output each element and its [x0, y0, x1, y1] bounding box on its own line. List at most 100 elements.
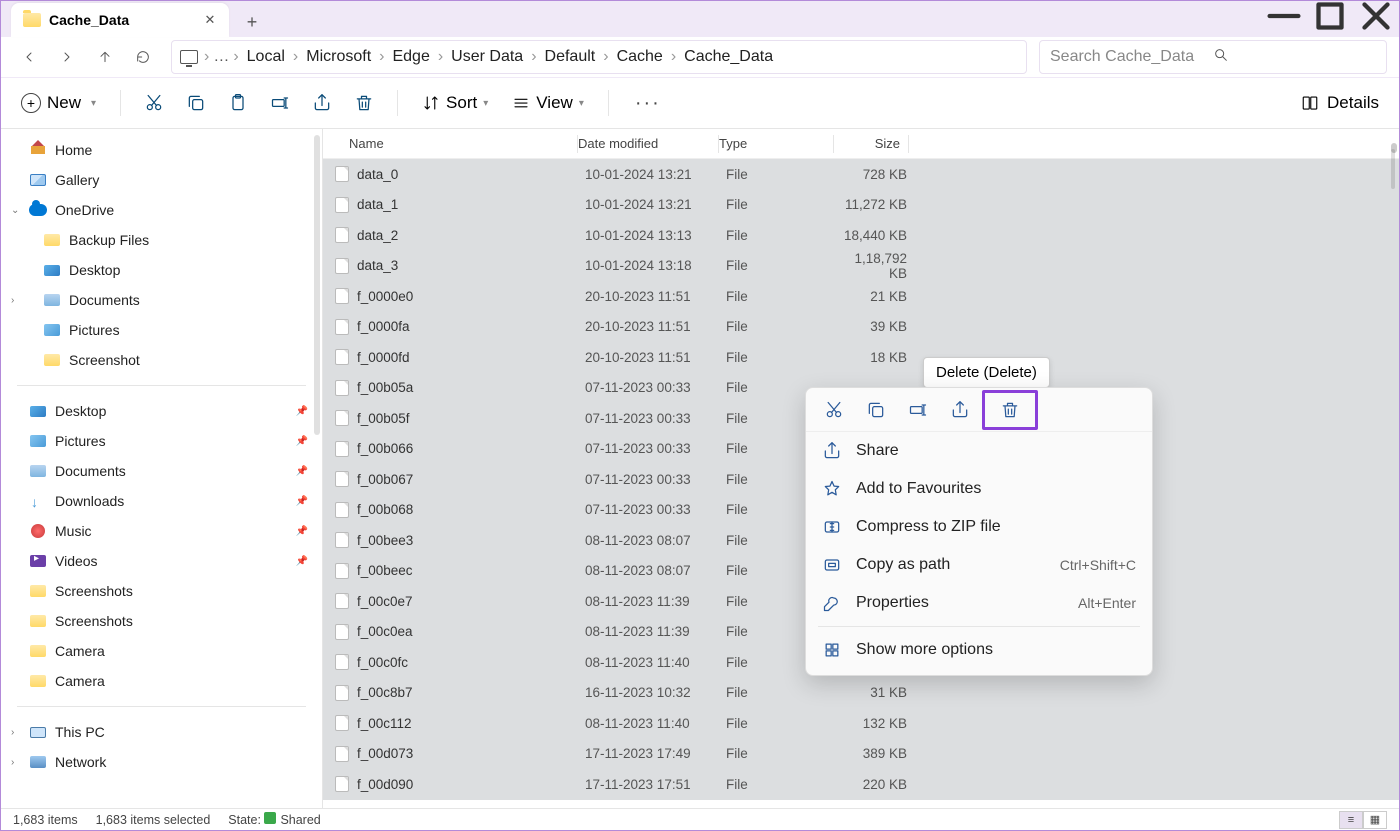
sidebar-item[interactable]: Desktop📌: [1, 396, 322, 426]
thumbnails-view-button[interactable]: ▦: [1363, 811, 1387, 829]
file-row[interactable]: data_0 10-01-2024 13:21 File 728 KB: [323, 159, 1399, 190]
chevron-right-icon[interactable]: ›: [601, 48, 610, 65]
ctx-cut-button[interactable]: [816, 392, 852, 428]
ctisp-delete-button[interactable]: [982, 390, 1038, 430]
delete-button[interactable]: [347, 86, 381, 120]
file-row[interactable]: data_2 10-01-2024 13:13 File 18,440 KB: [323, 220, 1399, 251]
expand-icon[interactable]: ›: [11, 757, 14, 768]
sidebar-item[interactable]: Screenshot: [1, 345, 322, 375]
breadcrumb-item[interactable]: Microsoft: [300, 48, 377, 65]
sidebar-item[interactable]: Gallery: [1, 165, 322, 195]
refresh-button[interactable]: [127, 41, 159, 73]
sidebar-item[interactable]: Pictures: [1, 315, 322, 345]
sidebar-item[interactable]: Camera: [1, 636, 322, 666]
file-row[interactable]: f_00c112 08-11-2023 11:40 File 132 KB: [323, 708, 1399, 739]
gallery-icon: [29, 172, 47, 188]
ctx-share-button[interactable]: [942, 392, 978, 428]
cut-button[interactable]: [137, 86, 171, 120]
column-name[interactable]: Name: [335, 136, 577, 151]
chevron-right-icon[interactable]: ›: [529, 48, 538, 65]
file-row[interactable]: data_3 10-01-2024 13:18 File 1,18,792 KB: [323, 251, 1399, 282]
ctx-rename-button[interactable]: [900, 392, 936, 428]
context-menu: Share Add to Favourites Compress to ZIP …: [805, 387, 1153, 676]
file-icon: [335, 593, 349, 609]
file-name: f_00b05f: [357, 411, 585, 426]
column-size[interactable]: Size: [834, 136, 908, 151]
file-row[interactable]: f_00d090 17-11-2023 17:51 File 220 KB: [323, 769, 1399, 800]
context-item[interactable]: Compress to ZIP file: [806, 508, 1152, 546]
view-button[interactable]: View ▾: [504, 89, 592, 117]
breadcrumb-item[interactable]: Cache_Data: [678, 48, 779, 65]
paste-button[interactable]: [221, 86, 255, 120]
context-item[interactable]: Share: [806, 432, 1152, 470]
sidebar-item[interactable]: ›This PC: [1, 717, 322, 747]
file-row[interactable]: f_0000fa 20-10-2023 11:51 File 39 KB: [323, 312, 1399, 343]
sort-button[interactable]: Sort ▾: [414, 89, 496, 117]
sidebar-item[interactable]: › Documents: [1, 285, 322, 315]
sidebar-item[interactable]: Videos📌: [1, 546, 322, 576]
back-button[interactable]: [13, 41, 45, 73]
sidebar-item[interactable]: Screenshots: [1, 606, 322, 636]
rename-button[interactable]: [263, 86, 297, 120]
file-row[interactable]: data_1 10-01-2024 13:21 File 11,272 KB: [323, 190, 1399, 221]
file-type: File: [726, 777, 841, 792]
sidebar-item[interactable]: Documents📌: [1, 456, 322, 486]
more-button[interactable]: ···: [625, 92, 671, 115]
context-item[interactable]: Properties Alt+Enter: [806, 584, 1152, 622]
sidebar-item[interactable]: Pictures📌: [1, 426, 322, 456]
tab-close-button[interactable]: ✕: [203, 13, 217, 27]
close-button[interactable]: [1353, 1, 1399, 31]
column-type[interactable]: Type: [719, 136, 833, 151]
chevron-right-icon[interactable]: ›: [436, 48, 445, 65]
context-item[interactable]: Add to Favourites: [806, 470, 1152, 508]
tab[interactable]: Cache_Data ✕: [11, 3, 229, 37]
search-input[interactable]: Search Cache_Data: [1039, 40, 1387, 74]
file-row[interactable]: f_0000e0 20-10-2023 11:51 File 21 KB: [323, 281, 1399, 312]
sidebar-item[interactable]: Music📌: [1, 516, 322, 546]
scrollbar-thumb[interactable]: [1391, 149, 1395, 189]
context-item[interactable]: Copy as path Ctrl+Shift+C: [806, 546, 1152, 584]
breadcrumb-item[interactable]: Edge: [386, 48, 435, 65]
maximize-button[interactable]: [1307, 1, 1353, 31]
context-item[interactable]: Show more options: [806, 631, 1152, 669]
sidebar-item[interactable]: Desktop: [1, 255, 322, 285]
new-button[interactable]: + New ▾: [13, 89, 104, 117]
minimize-button[interactable]: [1261, 1, 1307, 31]
ctx-copy-button[interactable]: [858, 392, 894, 428]
forward-button[interactable]: [51, 41, 83, 73]
ellipsis-icon[interactable]: …: [213, 48, 229, 66]
chevron-right-icon[interactable]: ›: [669, 48, 678, 65]
sidebar-item[interactable]: Home: [1, 135, 322, 165]
share-button[interactable]: [305, 86, 339, 120]
new-tab-button[interactable]: +: [237, 7, 267, 37]
expand-icon[interactable]: ⌄: [11, 205, 19, 216]
expand-icon[interactable]: ›: [11, 727, 14, 738]
chevron-right-icon[interactable]: ›: [231, 48, 240, 66]
details-view-button[interactable]: ≡: [1339, 811, 1363, 829]
sidebar-item[interactable]: ›Network: [1, 747, 322, 777]
sidebar-item[interactable]: Camera: [1, 666, 322, 696]
sidebar-item[interactable]: Screenshots: [1, 576, 322, 606]
sidebar-item[interactable]: Backup Files: [1, 225, 322, 255]
file-size: 39 KB: [841, 319, 915, 334]
chevron-right-icon[interactable]: ›: [202, 48, 211, 66]
breadcrumb-bar[interactable]: › … › Local›Microsoft›Edge›User Data›Def…: [171, 40, 1027, 74]
expand-icon[interactable]: ›: [11, 295, 14, 306]
file-row[interactable]: f_0000fd 20-10-2023 11:51 File 18 KB: [323, 342, 1399, 373]
up-button[interactable]: [89, 41, 121, 73]
sidebar-item[interactable]: ⌄OneDrive: [1, 195, 322, 225]
column-date[interactable]: Date modified: [578, 136, 718, 151]
breadcrumb-item[interactable]: Cache: [611, 48, 669, 65]
sidebar-label: Documents: [69, 292, 140, 308]
details-toggle[interactable]: Details: [1301, 93, 1387, 113]
sidebar-item[interactable]: Downloads📌: [1, 486, 322, 516]
chevron-right-icon[interactable]: ›: [291, 48, 300, 65]
breadcrumb-item[interactable]: Default: [539, 48, 602, 65]
copy-button[interactable]: [179, 86, 213, 120]
breadcrumb-item[interactable]: Local: [241, 48, 291, 65]
column-headers: Name Date modified Type Size: [323, 129, 1399, 159]
breadcrumb-item[interactable]: User Data: [445, 48, 529, 65]
file-row[interactable]: f_00c8b7 16-11-2023 10:32 File 31 KB: [323, 678, 1399, 709]
sidebar-label: Screenshots: [55, 583, 133, 599]
file-row[interactable]: f_00d073 17-11-2023 17:49 File 389 KB: [323, 739, 1399, 770]
